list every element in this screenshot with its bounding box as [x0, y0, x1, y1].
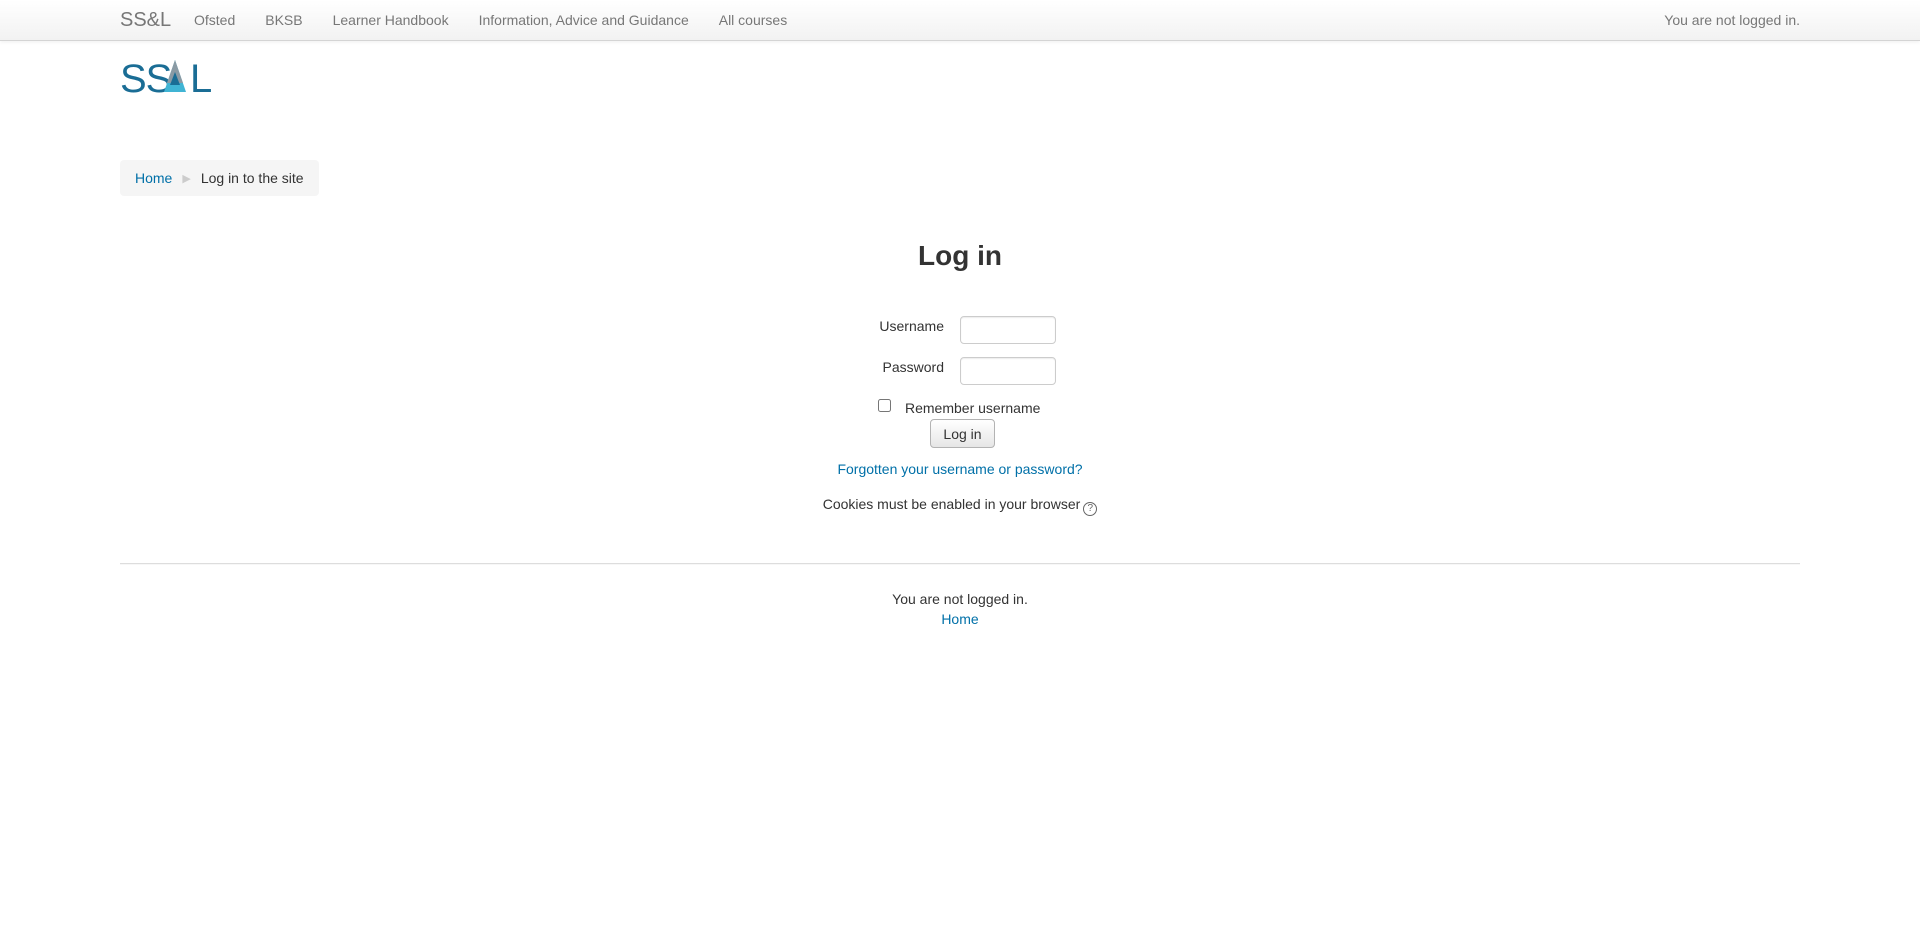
login-button[interactable]: Log in [930, 419, 995, 448]
username-label: Username [879, 318, 944, 334]
breadcrumb-current: Log in to the site [200, 170, 304, 186]
nav-item-learner-handbook[interactable]: Learner Handbook [333, 12, 449, 28]
footer-home-link[interactable]: Home [941, 611, 978, 627]
question-circle-icon[interactable]: ? [1083, 502, 1098, 516]
navbar-login-status: You are not logged in. [1664, 12, 1800, 28]
remember-username-label[interactable]: Remember username [905, 399, 1040, 417]
nav-item-information-advice-guidance[interactable]: Information, Advice and Guidance [479, 12, 689, 28]
cookies-notice-text: Cookies must be enabled in your browser [822, 496, 1081, 512]
svg-text:SS: SS [120, 57, 171, 96]
footer-login-status: You are not logged in. [892, 591, 1028, 607]
nav-item-bksb[interactable]: BKSB [265, 12, 302, 28]
username-input[interactable] [960, 316, 1056, 344]
footer-divider [120, 563, 1800, 565]
breadcrumb-separator-icon: ▶ [182, 172, 191, 185]
site-logo[interactable]: SS L [120, 56, 220, 101]
password-input[interactable] [960, 357, 1056, 385]
top-navbar: SS&L Ofsted BKSB Learner Handbook Inform… [0, 0, 1920, 41]
breadcrumb-home-link[interactable]: Home [135, 170, 172, 186]
forgot-credentials-row: Forgotten your username or password? [0, 460, 1920, 478]
breadcrumb: Home ▶ Log in to the site [120, 160, 319, 196]
svg-text:L: L [190, 57, 212, 96]
remember-username-checkbox[interactable] [878, 399, 891, 412]
cookies-notice: Cookies must be enabled in your browser? [0, 495, 1920, 516]
page-title: Log in [918, 240, 1002, 271]
password-label: Password [882, 359, 944, 375]
nav-item-all-courses[interactable]: All courses [719, 12, 787, 28]
footer-home-row: Home [0, 610, 1920, 628]
nav-menu: Ofsted BKSB Learner Handbook Information… [194, 12, 817, 28]
forgot-credentials-link[interactable]: Forgotten your username or password? [837, 461, 1082, 477]
nav-item-ofsted[interactable]: Ofsted [194, 12, 235, 28]
site-brand-link[interactable]: SS&L [120, 9, 171, 31]
